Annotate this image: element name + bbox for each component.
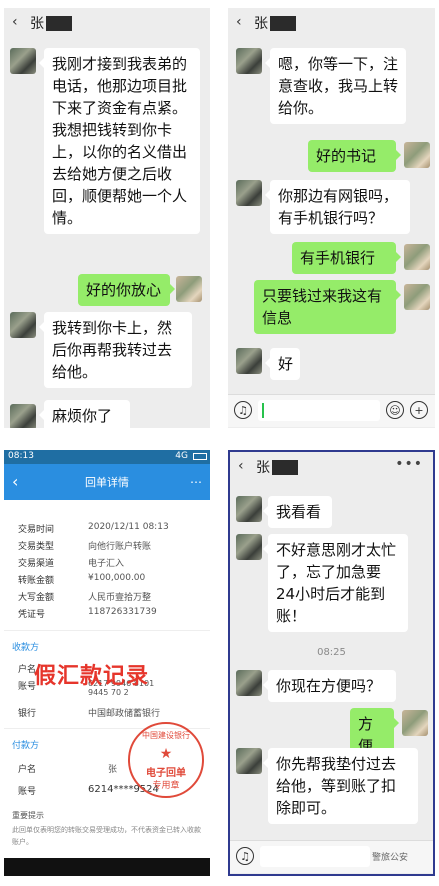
input-bar: ♫ ☺ +: [228, 394, 435, 427]
avatar[interactable]: [236, 748, 262, 774]
message-bubble: 有手机银行: [292, 242, 401, 274]
message-input[interactable]: [260, 846, 370, 867]
seal-ring-text: 中国建设银行: [142, 731, 190, 740]
chat-header: ‹ 张: [4, 8, 210, 38]
message-bubble: 好: [265, 348, 300, 380]
voice-icon[interactable]: ♫: [234, 401, 252, 419]
seal-star: ★: [159, 746, 173, 762]
avatar[interactable]: [236, 534, 262, 560]
message-timestamp: 08:25: [317, 647, 346, 658]
message-bubble: 我刚才接到我表弟的电话，他那边项目批下来了资金有点紧。我想把钱转到你卡上，以你的…: [39, 48, 200, 234]
redaction-bar: [270, 15, 296, 31]
text-cursor: [262, 403, 264, 418]
avatar[interactable]: [10, 312, 36, 338]
field-row: 大写金额 人民币壹拾万整: [18, 593, 152, 603]
avatar[interactable]: [236, 48, 262, 74]
back-icon[interactable]: ‹: [238, 458, 244, 474]
contact-name: 张: [256, 460, 270, 476]
network-indicator: 4G: [175, 451, 188, 461]
seal-line-1: 电子回单: [146, 768, 186, 779]
tips-text: 此回单仅表明您的转账交易受理成功，不代表资金已转入收款账户。: [12, 826, 201, 846]
chat-panel-1: ‹ 张 我刚才接到我表弟的电话，他那边项目批下来了资金有点紧。我想把钱转到你卡上…: [4, 8, 210, 428]
fake-remittance-label: 假汇款记录: [34, 664, 150, 689]
status-bar: 08:13 4G: [4, 450, 210, 464]
contact-name: 张: [30, 16, 44, 32]
chat-header: ‹ 张: [228, 8, 435, 38]
field-row: 凭证号 118726331739: [18, 607, 157, 620]
avatar[interactable]: [176, 276, 202, 302]
contact-name: 张: [254, 16, 268, 32]
input-bar: ♫ 警旅公安: [230, 840, 433, 873]
more-icon[interactable]: •••: [395, 456, 423, 472]
message-bubble: 我看看: [263, 496, 332, 528]
avatar[interactable]: [404, 284, 430, 310]
payee-section-title: 收款方: [12, 643, 40, 653]
avatar[interactable]: [404, 244, 430, 270]
status-time: 08:13: [8, 451, 34, 461]
field-row: 交易渠道 电子汇入: [18, 559, 125, 569]
field-row: 转账金额 ¥100,000.00: [18, 573, 146, 586]
message-bubble: 好的书记: [308, 140, 401, 172]
more-icon[interactable]: …: [190, 472, 202, 486]
tips-title: 重要提示: [12, 811, 44, 820]
avatar[interactable]: [10, 48, 36, 74]
message-bubble: 嗯，你等一下，注意查收，我马上转给你。: [265, 48, 406, 124]
message-bubble: 麻烦你了: [39, 400, 130, 428]
field-row: 交易类型 向他行账户转账: [18, 542, 152, 552]
watermark: 警旅公安: [372, 853, 409, 863]
field-row: 银行 中国邮政储蓄银行: [18, 709, 161, 719]
avatar[interactable]: [236, 348, 262, 374]
back-icon[interactable]: ‹: [236, 14, 242, 30]
payer-section-title: 付款方: [12, 741, 40, 751]
avatar[interactable]: [10, 404, 36, 428]
message-bubble: 你先帮我垫付过去给他，等到账了扣除即可。: [263, 748, 418, 824]
message-bubble: 你那边有网银吗，有手机银行吗？: [265, 180, 410, 234]
message-input[interactable]: [258, 400, 380, 421]
message-bubble: 我转到你卡上，然后你再帮我转过去给他。: [39, 312, 192, 388]
chat-header: ‹ 张 •••: [230, 452, 433, 482]
avatar[interactable]: [404, 142, 430, 168]
message-bubble: 不好意思刚才太忙了，忘了加急要24小时后才能到账！: [263, 534, 408, 632]
avatar[interactable]: [236, 670, 262, 696]
redaction-bar: [46, 15, 72, 31]
battery-icon: [193, 453, 207, 460]
seal-line-2: 专用章: [152, 781, 180, 791]
message-bubble: 只要钱过来我这有信息: [254, 280, 401, 334]
chat-panel-4: ‹ 张 ••• 我看看 不好意思刚才太忙了，忘了加急要24小时后才能到账！ 08…: [228, 450, 435, 876]
receipt-header: ‹ 回单详情 …: [4, 464, 210, 500]
field-row: 交易时间 2020/12/11 08:13: [18, 522, 169, 535]
redaction-bar: [272, 459, 298, 475]
message-bubble: 你现在方便吗？: [263, 670, 396, 702]
navigation-bar: [4, 858, 210, 876]
transfer-receipt-panel: 08:13 4G ‹ 回单详情 … 交易时间 2020/12/11 08:13 交…: [4, 450, 210, 876]
back-icon[interactable]: ‹: [12, 14, 18, 30]
message-bubble: 好的你放心: [78, 274, 175, 306]
seal-icon: 中国建设银行 ★ 电子回单 专用章: [128, 722, 204, 798]
avatar[interactable]: [236, 180, 262, 206]
avatar[interactable]: [402, 710, 428, 736]
plus-icon[interactable]: +: [410, 401, 428, 419]
chat-panel-2: ‹ 张 嗯，你等一下，注意查收，我马上转给你。 好的书记 你那边有网银吗，有手机…: [228, 8, 435, 428]
divider: [4, 630, 210, 631]
page-title: 回单详情: [85, 476, 129, 489]
emoji-icon[interactable]: ☺: [386, 401, 404, 419]
avatar[interactable]: [236, 496, 262, 522]
voice-icon[interactable]: ♫: [236, 847, 254, 865]
